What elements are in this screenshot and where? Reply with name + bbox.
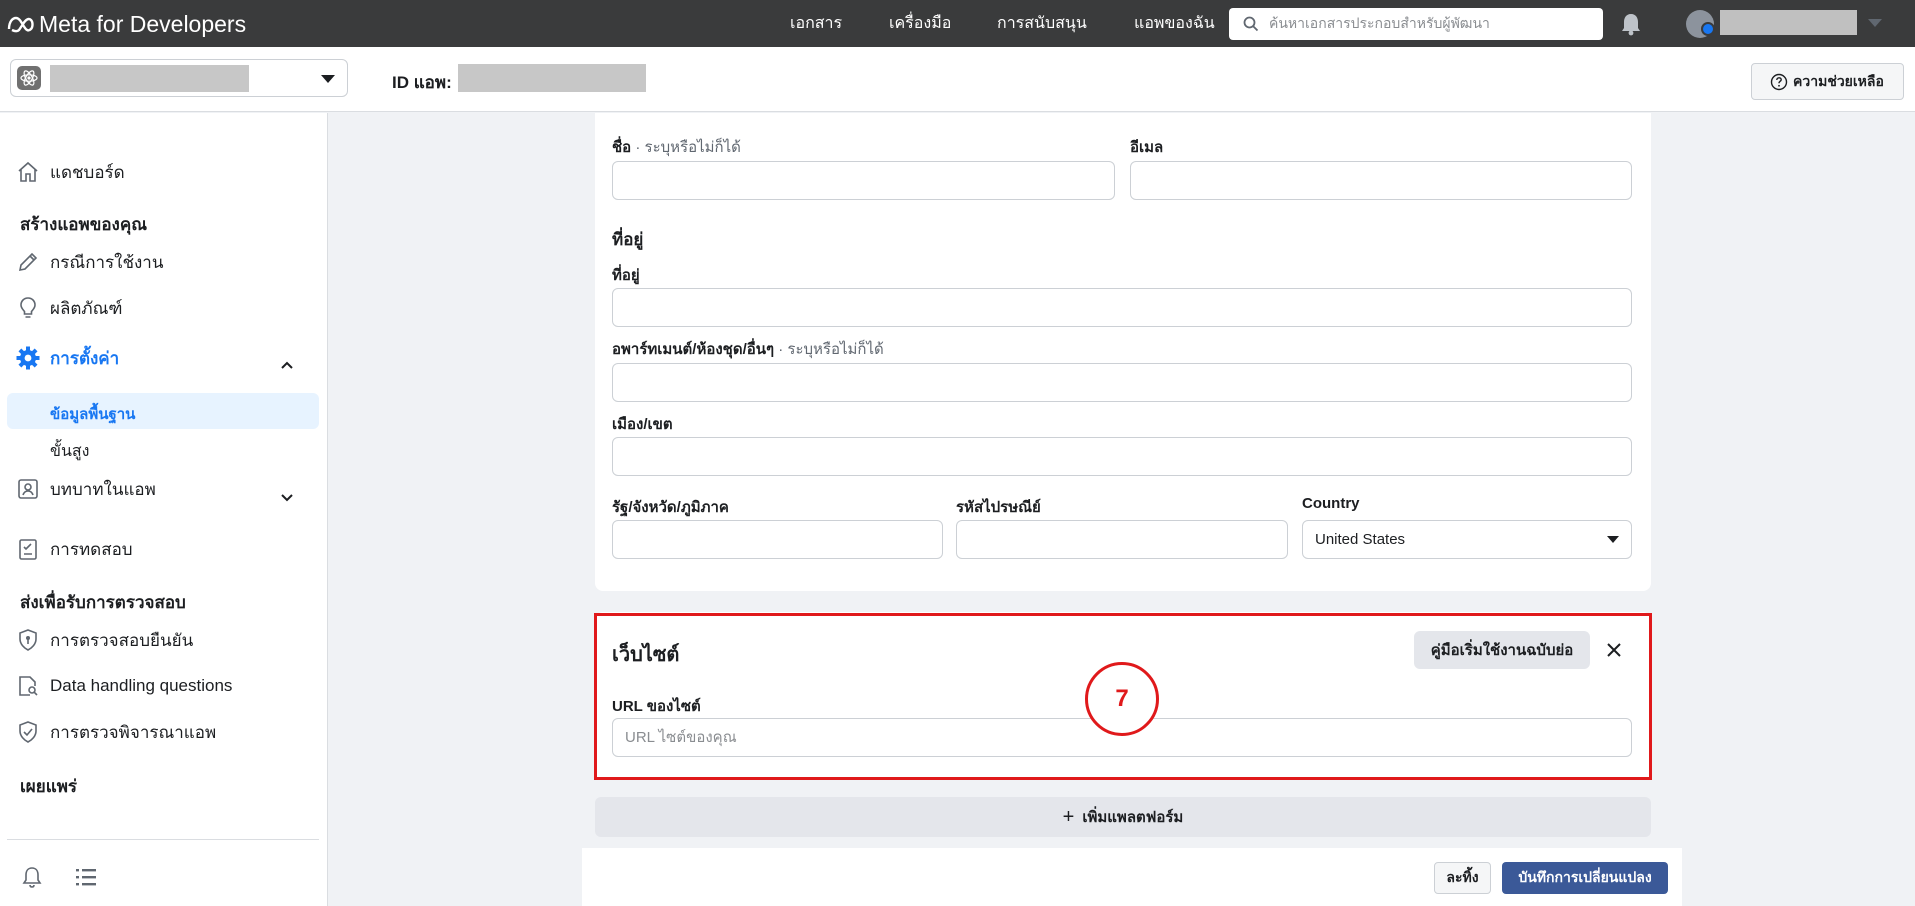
plus-icon: +	[1062, 805, 1075, 828]
question-circle-icon	[1770, 73, 1788, 90]
meta-infinity-icon	[7, 16, 34, 33]
home-icon	[14, 158, 42, 186]
save-changes-button[interactable]: บันทึกการเปลี่ยนแปลง	[1502, 862, 1668, 894]
sidebar-divider	[7, 839, 319, 840]
sidebar-item-products[interactable]: ผลิตภัณฑ์	[14, 294, 123, 322]
sidebar-item-label: กรณีการใช้งาน	[50, 252, 164, 272]
shield-keyhole-icon	[14, 626, 42, 654]
sidebar-item-use-cases[interactable]: กรณีการใช้งาน	[14, 248, 163, 276]
sidebar-item-label: แดชบอร์ด	[50, 162, 125, 182]
zip-input[interactable]	[956, 520, 1288, 559]
redacted-user-name	[1720, 10, 1857, 35]
address-heading: ที่อยู่	[612, 230, 644, 249]
sidebar-item-label: ผลิตภัณฑ์	[50, 298, 123, 318]
sidebar-subitem-advanced[interactable]: ขั้นสูง	[50, 439, 89, 464]
city-field-label: เมือง/เขต	[612, 416, 673, 433]
apartment-field-label: อพาร์ทเมนต์/ห้องชุด/อื่นๆ · ระบุหรือไม่ก…	[612, 337, 884, 361]
id-card-icon	[14, 475, 42, 503]
publish-section-heading[interactable]: เผยแพร่	[20, 773, 77, 800]
chevron-down-icon	[321, 75, 335, 83]
help-button[interactable]: ความช่วยเหลือ	[1751, 63, 1904, 100]
checklist-icon	[14, 535, 42, 563]
app-id-label: ID แอพ:	[392, 73, 452, 92]
sidebar-item-label: การทดสอบ	[50, 539, 133, 559]
docs-search-input[interactable]: ค้นหาเอกสารประกอบสำหรับผู้พัฒนา	[1229, 8, 1603, 40]
add-platform-button[interactable]: + เพิ่มแพลตฟอร์ม	[595, 797, 1651, 837]
shield-check-icon	[14, 718, 42, 746]
sidebar-item-label: การตรวจสอบยืนยัน	[50, 630, 194, 650]
gear-icon	[14, 344, 42, 372]
list-icon[interactable]	[74, 866, 98, 892]
name-input[interactable]	[612, 161, 1115, 200]
pencil-icon	[14, 248, 42, 276]
sidebar: แดชบอร์ด สร้างแอพของคุณ กรณีการใช้งาน ผล…	[0, 113, 328, 906]
redacted-app-id	[458, 64, 646, 92]
sidebar-item-data-handling[interactable]: Data handling questions	[14, 672, 232, 700]
country-select[interactable]: United States	[1302, 520, 1632, 559]
app-icon	[17, 66, 41, 90]
street-field-label: ที่อยู่	[612, 267, 640, 284]
app-selector-dropdown[interactable]	[10, 59, 348, 97]
brand-name: Meta for Developers	[39, 10, 247, 37]
optional-note: · ระบุหรือไม่ก็ได้	[774, 341, 884, 358]
account-menu-chevron-icon[interactable]	[1868, 19, 1882, 27]
search-placeholder: ค้นหาเอกสารประกอบสำหรับผู้พัฒนา	[1269, 15, 1490, 31]
country-field-label: Country	[1302, 495, 1360, 512]
sidebar-subitem-basic-label[interactable]: ข้อมูลพื้นฐาน	[50, 402, 135, 426]
nav-support[interactable]: การสนับสนุน	[997, 0, 1087, 47]
review-section-heading: ส่งเพื่อรับการตรวจสอบ	[20, 593, 186, 612]
discard-button[interactable]: ละทิ้ง	[1434, 862, 1491, 894]
name-label-text: ชื่อ	[612, 139, 632, 156]
chevron-up-icon[interactable]	[280, 357, 294, 374]
name-field-label: ชื่อ · ระบุหรือไม่ก็ได้	[612, 135, 741, 159]
email-input[interactable]	[1130, 161, 1632, 200]
build-section-heading: สร้างแอพของคุณ	[20, 215, 148, 234]
facebook-badge-icon	[1701, 22, 1715, 36]
nav-my-apps[interactable]: แอพของฉัน	[1134, 0, 1215, 47]
sidebar-item-label: การตรวจพิจารณาแอพ	[50, 722, 217, 742]
apartment-input[interactable]	[612, 363, 1632, 402]
city-input[interactable]	[612, 437, 1632, 476]
sidebar-item-app-roles[interactable]: บทบาทในแอพ	[14, 475, 156, 503]
add-platform-label: เพิ่มแพลตฟอร์ม	[1082, 809, 1184, 826]
sidebar-item-dashboard[interactable]: แดชบอร์ด	[14, 158, 125, 186]
sidebar-item-testing[interactable]: การทดสอบ	[14, 535, 133, 563]
notifications-bell-icon[interactable]	[1620, 12, 1642, 40]
sidebar-item-label: การตั้งค่า	[50, 348, 120, 368]
country-value: United States	[1315, 531, 1406, 548]
caret-down-icon	[1607, 536, 1619, 543]
nav-docs[interactable]: เอกสาร	[790, 0, 842, 47]
app-header: ID แอพ: ความช่วยเหลือ	[0, 47, 1915, 112]
sidebar-bell-icon[interactable]	[20, 865, 44, 893]
optional-note: · ระบุหรือไม่ก็ได้	[631, 139, 741, 156]
help-label: ความช่วยเหลือ	[1793, 72, 1884, 89]
state-field-label: รัฐ/จังหวัด/ภูมิภาค	[612, 499, 729, 516]
step-number-badge: 7	[1085, 662, 1159, 736]
sidebar-item-label: Data handling questions	[50, 676, 233, 695]
sidebar-item-verification[interactable]: การตรวจสอบยืนยัน	[14, 626, 193, 654]
redacted-app-name	[50, 65, 249, 92]
nav-tools[interactable]: เครื่องมือ	[889, 0, 951, 47]
search-icon	[1243, 16, 1259, 32]
chevron-down-icon[interactable]	[280, 490, 294, 507]
sidebar-item-app-review[interactable]: การตรวจพิจารณาแอพ	[14, 718, 216, 746]
top-navigation-bar: Meta for Developers เอกสาร เครื่องมือ กา…	[0, 0, 1915, 47]
state-input[interactable]	[612, 520, 943, 559]
zip-field-label: รหัสไปรษณีย์	[956, 499, 1041, 516]
apartment-label-text: อพาร์ทเมนต์/ห้องชุด/อื่นๆ	[612, 341, 775, 358]
street-input[interactable]	[612, 288, 1632, 327]
email-field-label: อีเมล	[1130, 139, 1164, 156]
sidebar-item-label: บทบาทในแอพ	[50, 479, 156, 499]
sidebar-item-settings[interactable]: การตั้งค่า	[14, 344, 119, 372]
lightbulb-icon	[14, 294, 42, 322]
meta-logo[interactable]: Meta for Developers	[6, 11, 246, 37]
document-search-icon	[14, 672, 42, 700]
